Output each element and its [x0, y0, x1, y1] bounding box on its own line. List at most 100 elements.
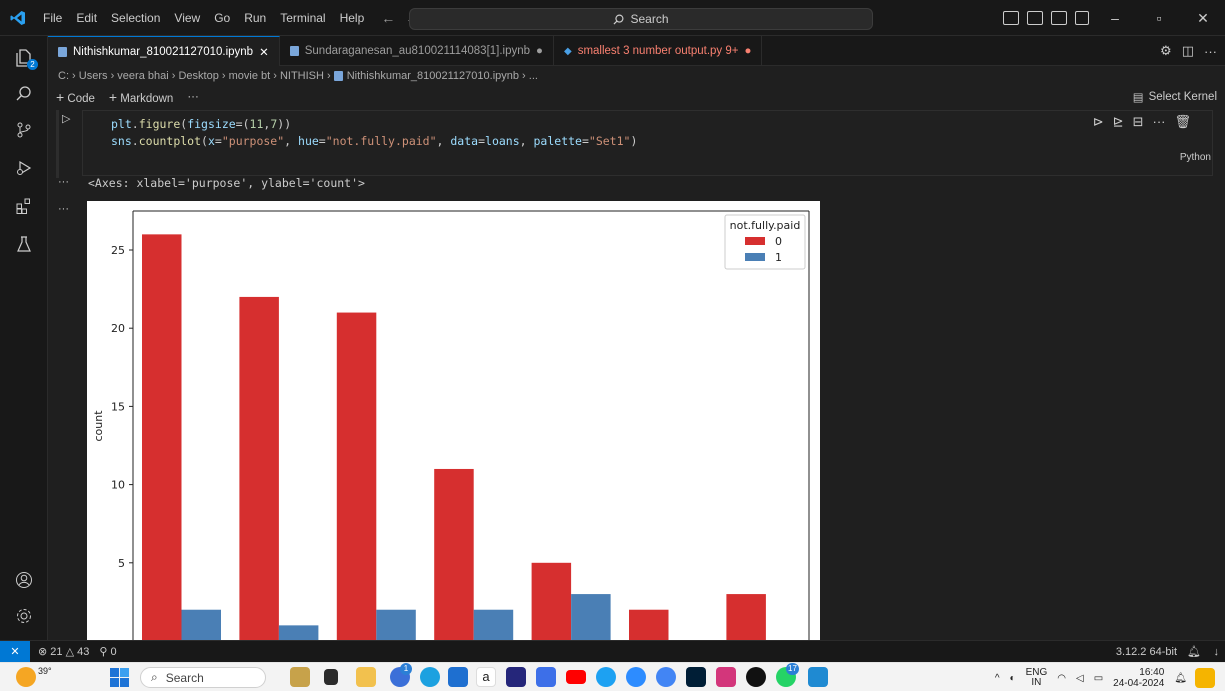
accounts-icon[interactable] [10, 566, 38, 594]
remote-indicator-icon[interactable]: ✕ [0, 640, 30, 663]
chrome-icon[interactable] [656, 667, 676, 687]
close-tab-icon[interactable]: ✕ [259, 45, 269, 59]
chevron-up-icon[interactable]: ^ [995, 673, 1000, 684]
execute-above-icon[interactable]: ⊳ [1093, 114, 1104, 130]
search-view-icon[interactable] [10, 80, 38, 108]
problems-indicator[interactable]: ⊗ 21 △ 43 [38, 645, 89, 658]
edge-browser-icon[interactable] [420, 667, 440, 687]
select-kernel-button[interactable]: ▤ Select Kernel [1133, 86, 1217, 108]
unsaved-dot-icon[interactable]: ● [536, 45, 543, 57]
command-center-search[interactable]: Search [409, 8, 873, 30]
weather-widget[interactable]: 39° [16, 666, 52, 687]
add-markdown-cell-button[interactable]: + Markdown [109, 89, 173, 105]
menu-view[interactable]: View [167, 0, 207, 36]
output-collapse-dots[interactable]: ··· [58, 176, 69, 188]
tab-sundaraganesan-notebook[interactable]: Sundaraganesan_au810021114083[1].ipynb ● [280, 36, 554, 66]
windows-start-icon[interactable] [110, 668, 129, 690]
back-arrow-icon[interactable]: ← [381, 10, 395, 26]
execute-below-icon[interactable]: ⊵ [1113, 114, 1124, 130]
language-indicator[interactable]: ENG IN [1026, 668, 1048, 688]
code-cell-editor[interactable]: plt.figure(figsize=(11,7)) sns.countplot… [82, 110, 1213, 176]
manage-gear-icon[interactable] [10, 602, 38, 630]
status-bar: ✕ ⊗ 21 △ 43 ⚲ 0 3.12.2 64-bit 🔔︎ ↓ [0, 640, 1225, 663]
run-cell-button[interactable]: ▷ [62, 112, 78, 128]
breadcrumb-item[interactable]: movie bt [229, 70, 271, 82]
minimize-button[interactable]: – [1093, 10, 1137, 26]
toggle-secondary-sidebar-icon[interactable] [1051, 11, 1067, 25]
menu-bar: File Edit Selection View Go Run Terminal… [36, 0, 371, 36]
output-collapse-dots[interactable]: ··· [58, 203, 69, 215]
breadcrumb-item[interactable]: NITHISH [280, 70, 324, 82]
region-code: IN [1031, 677, 1042, 688]
menu-edit[interactable]: Edit [69, 0, 104, 36]
amazon-icon[interactable]: a [476, 667, 496, 687]
instagram-icon[interactable] [716, 667, 736, 687]
bar-not-paid [278, 625, 319, 640]
amazon-music-icon[interactable] [506, 667, 526, 687]
customize-layout-icon[interactable] [1075, 11, 1089, 25]
zoom-icon[interactable] [626, 667, 646, 687]
breadcrumb-item[interactable]: ... [529, 70, 538, 82]
toggle-primary-sidebar-icon[interactable] [1003, 11, 1019, 25]
breadcrumb-item[interactable]: Users [79, 70, 108, 82]
tab-nithishkumar-notebook[interactable]: Nithishkumar_810021127010.ipynb ✕ [48, 36, 280, 66]
battery-icon[interactable]: ▭ [1094, 673, 1103, 684]
pinned-app-icon[interactable] [290, 667, 310, 687]
sync-icon[interactable]: ↓ [1214, 646, 1220, 658]
extensions-icon[interactable] [10, 192, 38, 220]
breadcrumb-item[interactable]: C: [58, 70, 69, 82]
cell-more-icon[interactable]: ··· [1152, 114, 1165, 130]
task-view-icon[interactable] [324, 669, 338, 685]
source-control-icon[interactable] [10, 116, 38, 144]
menu-file[interactable]: File [36, 0, 69, 36]
settings-gear-icon[interactable]: ⚙ [1160, 43, 1172, 59]
close-window-button[interactable]: ✕ [1181, 10, 1225, 27]
taskbar-search[interactable]: ⌕ Search [140, 667, 266, 688]
youtube-icon[interactable] [566, 670, 586, 684]
store-icon[interactable] [448, 667, 468, 687]
notification-bell-icon[interactable]: 🔔︎ [1174, 673, 1187, 684]
more-toolbar-actions[interactable]: ··· [187, 91, 199, 103]
breadcrumb-item[interactable]: veera bhai [117, 70, 168, 82]
split-editor-icon[interactable]: ◫ [1182, 43, 1194, 59]
menu-selection[interactable]: Selection [104, 0, 167, 36]
wifi-icon[interactable]: ◠ [1057, 673, 1066, 684]
teams-icon[interactable]: 1 [390, 663, 412, 687]
explorer-icon[interactable]: 2 [10, 44, 38, 72]
photoshop-icon[interactable] [686, 667, 706, 687]
whatsapp-icon[interactable]: 17 [776, 663, 799, 687]
menu-terminal[interactable]: Terminal [273, 0, 332, 36]
toggle-panel-icon[interactable] [1027, 11, 1043, 25]
notebook-file-icon [333, 71, 343, 81]
y-axis-label: count [92, 410, 105, 442]
more-actions-icon[interactable]: ··· [1204, 44, 1217, 59]
photos-app-icon[interactable] [536, 667, 556, 687]
cell-language-label[interactable]: Python [1180, 152, 1211, 163]
threads-icon[interactable] [746, 667, 766, 687]
tray-app-icon[interactable]: ◐ [1010, 673, 1016, 684]
delete-cell-icon[interactable]: 🗑 [1174, 114, 1191, 130]
add-code-cell-button[interactable]: + Code [56, 89, 95, 105]
bar-not-paid [181, 609, 221, 640]
menu-help[interactable]: Help [333, 0, 372, 36]
weather-sun-icon [16, 667, 36, 687]
copilot-icon[interactable] [1195, 668, 1215, 688]
canva-icon[interactable] [596, 667, 616, 687]
vscode-taskbar-icon[interactable] [808, 667, 828, 687]
python-version[interactable]: 3.12.2 64-bit [1116, 646, 1177, 658]
run-and-debug-icon[interactable] [10, 154, 38, 182]
restore-button[interactable]: ▫ [1137, 10, 1181, 26]
file-explorer-icon[interactable] [356, 667, 376, 687]
breadcrumb-item[interactable]: Nithishkumar_810021127010.ipynb [347, 70, 519, 82]
menu-run[interactable]: Run [237, 0, 273, 36]
menu-go[interactable]: Go [207, 0, 237, 36]
breadcrumb-item[interactable]: Desktop [178, 70, 218, 82]
ports-indicator[interactable]: ⚲ 0 [99, 645, 116, 658]
unsaved-dot-icon[interactable]: ● [744, 45, 751, 57]
clock[interactable]: 16:40 24-04-2024 [1113, 667, 1164, 689]
notifications-bell-icon[interactable]: 🔔︎ [1187, 645, 1201, 658]
volume-icon[interactable]: ◁ [1076, 673, 1084, 684]
split-cell-icon[interactable]: ⊟ [1133, 114, 1144, 130]
tab-smallest-number-py[interactable]: ◆ smallest 3 number output.py 9+ ● [554, 36, 763, 66]
testing-flask-icon[interactable] [10, 230, 38, 258]
